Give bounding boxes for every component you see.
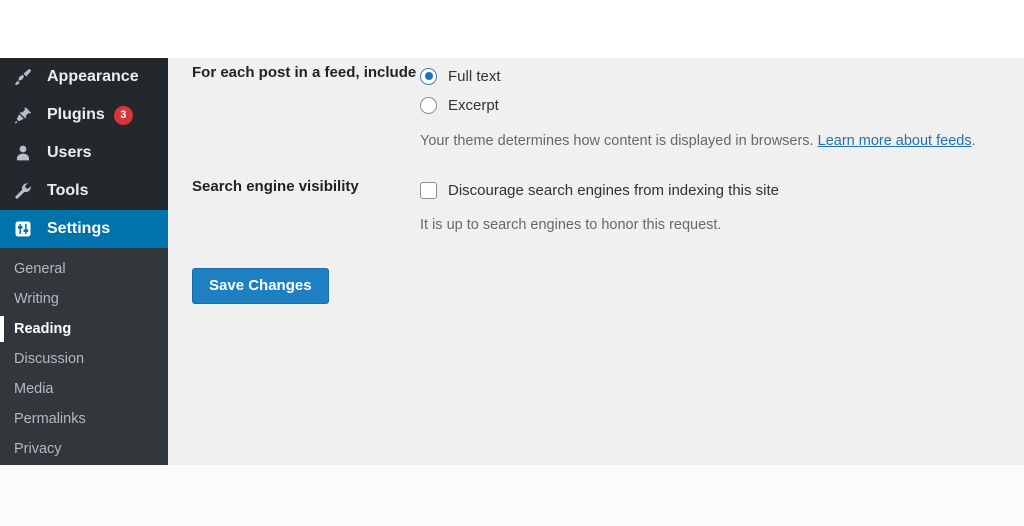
learn-more-about-feeds-link[interactable]: Learn more about feeds bbox=[818, 133, 972, 149]
paintbrush-icon bbox=[12, 66, 34, 88]
radio-excerpt-icon[interactable] bbox=[420, 96, 437, 114]
submenu-item-label: Writing bbox=[14, 291, 59, 307]
save-changes-button[interactable]: Save Changes bbox=[192, 268, 329, 304]
submenu-item-permalinks[interactable]: Permalinks bbox=[0, 404, 168, 434]
submenu-item-privacy[interactable]: Privacy bbox=[0, 434, 168, 464]
radio-option-label: Excerpt bbox=[448, 96, 499, 114]
radio-option-excerpt[interactable]: Excerpt bbox=[420, 91, 1012, 119]
sidebar-item-settings[interactable]: Settings bbox=[0, 210, 168, 248]
plug-icon bbox=[12, 104, 34, 126]
search-visibility-fields: Discourage search engines from indexing … bbox=[420, 176, 1012, 235]
feed-content-label: For each post in a feed, include bbox=[192, 64, 417, 81]
feed-content-fields: Full text Excerpt Your theme determines … bbox=[420, 62, 1012, 151]
submenu-item-discussion[interactable]: Discussion bbox=[0, 344, 168, 374]
user-icon bbox=[12, 142, 34, 164]
sidebar-item-tools[interactable]: Tools bbox=[0, 172, 168, 210]
search-visibility-help-text: It is up to search engines to honor this… bbox=[420, 217, 722, 233]
sidebar-item-label: Settings bbox=[47, 220, 111, 237]
submenu-item-media[interactable]: Media bbox=[0, 374, 168, 404]
search-visibility-row: Search engine visibility Discourage sear… bbox=[192, 176, 1012, 235]
sidebar-item-label: Tools bbox=[47, 182, 89, 199]
submenu-item-label: General bbox=[14, 261, 66, 277]
sidebar-item-label: Plugins bbox=[47, 106, 105, 123]
bottom-strip bbox=[0, 465, 1024, 526]
top-white-band bbox=[0, 0, 1024, 58]
submenu-item-label: Privacy bbox=[14, 441, 62, 457]
settings-submenu: General Writing Reading Discussion Media… bbox=[0, 248, 168, 465]
settings-sliders-icon bbox=[12, 218, 34, 240]
submenu-item-writing[interactable]: Writing bbox=[0, 284, 168, 314]
sidebar-item-users[interactable]: Users bbox=[0, 134, 168, 172]
feed-help-text: Your theme determines how content is dis… bbox=[420, 131, 1012, 151]
feed-help-suffix: . bbox=[971, 133, 976, 149]
sidebar-item-appearance[interactable]: Appearance bbox=[0, 58, 168, 96]
wrench-icon bbox=[12, 180, 34, 202]
plugins-update-badge: 3 bbox=[113, 105, 133, 125]
reading-settings-form: For each post in a feed, include Full te… bbox=[168, 58, 1024, 465]
submenu-item-label: Discussion bbox=[14, 351, 85, 367]
sidebar-item-label: Appearance bbox=[47, 68, 139, 85]
feed-help-prefix: Your theme determines how content is dis… bbox=[420, 133, 818, 149]
submenu-item-label: Permalinks bbox=[14, 411, 86, 427]
checkbox-icon[interactable] bbox=[420, 181, 437, 199]
radio-option-label: Full text bbox=[448, 67, 501, 85]
sidebar-item-label: Users bbox=[47, 144, 92, 161]
sidebar-item-plugins[interactable]: Plugins 3 bbox=[0, 96, 168, 134]
checkbox-discourage-search-engines[interactable]: Discourage search engines from indexing … bbox=[420, 176, 1012, 204]
admin-sidebar: Appearance Plugins 3 Users Tools Setting… bbox=[0, 58, 168, 465]
submenu-item-label: Media bbox=[14, 381, 54, 397]
radio-option-full-text[interactable]: Full text bbox=[420, 62, 1012, 90]
submenu-item-label: Reading bbox=[14, 321, 72, 337]
radio-full-text-icon[interactable] bbox=[420, 67, 437, 85]
submenu-item-reading[interactable]: Reading bbox=[0, 314, 168, 344]
feed-content-row: For each post in a feed, include Full te… bbox=[192, 62, 1012, 151]
search-visibility-label: Search engine visibility bbox=[192, 178, 359, 195]
checkbox-label: Discourage search engines from indexing … bbox=[448, 181, 780, 199]
submenu-item-general[interactable]: General bbox=[0, 254, 168, 284]
